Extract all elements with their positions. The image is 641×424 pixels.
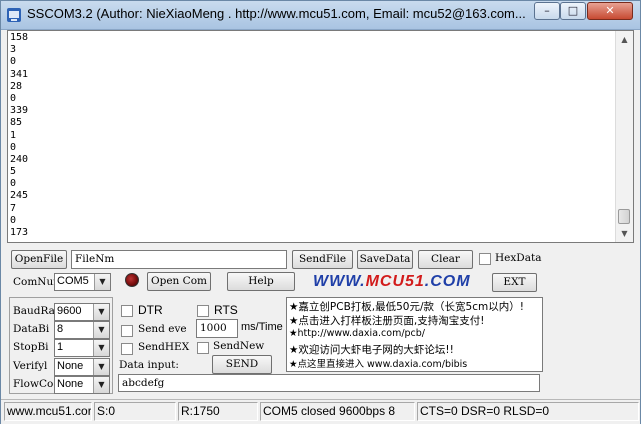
dtr-label: DTR bbox=[138, 303, 163, 317]
app-icon bbox=[7, 8, 21, 22]
file-name-input[interactable]: FileNm bbox=[71, 250, 287, 269]
open-com-button[interactable]: Open Com bbox=[147, 272, 211, 291]
status-modem-lines: CTS=0 DSR=0 RLSD=0 bbox=[417, 402, 639, 421]
verify-select[interactable]: None ▼ bbox=[54, 358, 110, 376]
clear-button[interactable]: Clear bbox=[418, 250, 473, 269]
receive-text: 158 3 0 341 28 0 339 85 1 0 240 5 0 245 7 0 173 bbox=[10, 32, 610, 239]
ad-line[interactable]: ★点击进入打样板注册页面,支持淘宝支付! bbox=[289, 313, 484, 328]
data-bits-label: DataBi bbox=[13, 323, 50, 335]
rts-checkbox[interactable] bbox=[197, 305, 209, 317]
mcu51-logo: WWW.MCU51.COM bbox=[313, 273, 471, 291]
maximize-button[interactable]: □ bbox=[560, 2, 586, 20]
send-file-button[interactable]: SendFile bbox=[292, 250, 353, 269]
receive-line: 0 bbox=[10, 141, 17, 153]
window-title: SSCOM3.2 (Author: NieXiaoMeng . http://w… bbox=[27, 6, 526, 21]
data-input-label: Data input: bbox=[119, 359, 179, 371]
status-port-state: COM5 closed 9600bps 8 bbox=[260, 402, 415, 421]
verify-label: Verifyl bbox=[13, 360, 48, 372]
baud-rate-select[interactable]: 9600 ▼ bbox=[54, 303, 110, 321]
interval-unit-label: ms/Time bbox=[241, 321, 283, 333]
send-every-label: Send eve bbox=[138, 323, 187, 335]
minimize-button[interactable]: – bbox=[534, 2, 560, 20]
rts-label: RTS bbox=[214, 303, 238, 317]
send-interval-input[interactable]: 1000 bbox=[196, 319, 238, 338]
scrollbar-thumb[interactable] bbox=[618, 209, 630, 224]
chevron-down-icon[interactable]: ▼ bbox=[93, 359, 109, 375]
receive-line: 0 bbox=[10, 92, 17, 104]
baud-rate-value: 9600 bbox=[57, 305, 82, 317]
ad-line[interactable]: ★http://www.daxia.com/pcb/ bbox=[289, 328, 425, 339]
title-bar[interactable]: SSCOM3.2 (Author: NieXiaoMeng . http://w… bbox=[1, 1, 640, 30]
flow-control-label: FlowCo bbox=[13, 378, 54, 390]
dtr-checkbox[interactable] bbox=[121, 305, 133, 317]
status-received-count: R:1750 bbox=[178, 402, 258, 421]
receive-line: 158 bbox=[10, 32, 29, 43]
open-file-button[interactable]: OpenFile bbox=[11, 250, 67, 269]
status-bar: www.mcu51.cor S:0 R:1750 COM5 closed 960… bbox=[1, 399, 640, 424]
chevron-down-icon[interactable]: ▼ bbox=[94, 274, 110, 290]
receive-line: 0 bbox=[10, 56, 17, 68]
logo-com: .COM bbox=[424, 273, 471, 290]
receive-line: 240 bbox=[10, 153, 29, 165]
vertical-scrollbar[interactable]: ▲ ▼ bbox=[615, 31, 633, 242]
exit-button[interactable]: EXT bbox=[492, 273, 537, 292]
logo-www: WWW. bbox=[313, 273, 366, 290]
baud-rate-label: BaudRa bbox=[13, 305, 55, 317]
flow-control-select[interactable]: None ▼ bbox=[54, 376, 110, 394]
chevron-down-icon[interactable]: ▼ bbox=[93, 340, 109, 356]
port-status-led-icon bbox=[125, 273, 139, 287]
receive-line: 85 bbox=[10, 117, 23, 129]
send-hex-label: SendHEX bbox=[138, 341, 190, 353]
ad-line[interactable]: ★欢迎访问大虾电子网的大虾论坛!! bbox=[289, 342, 454, 357]
verify-value: None bbox=[57, 360, 84, 372]
data-bits-select[interactable]: 8 ▼ bbox=[54, 321, 110, 339]
receive-line: 1 bbox=[10, 129, 17, 141]
receive-textarea[interactable]: 158 3 0 341 28 0 339 85 1 0 240 5 0 245 7 0 173 ▲ ▼ bbox=[7, 30, 634, 243]
advertisement-panel[interactable]: ★嘉立创PCB打板,最低50元/款（长宽5cm以内）! ★点击进入打样板注册页面… bbox=[286, 297, 543, 372]
send-new-checkbox[interactable] bbox=[197, 342, 209, 354]
ad-line[interactable]: ★嘉立创PCB打板,最低50元/款（长宽5cm以内）! bbox=[289, 299, 524, 314]
receive-line: 28 bbox=[10, 80, 23, 92]
scroll-up-arrow-icon[interactable]: ▲ bbox=[616, 31, 633, 48]
com-port-value: COM5 bbox=[57, 275, 89, 287]
stop-bits-select[interactable]: 1 ▼ bbox=[54, 339, 110, 357]
close-button[interactable]: ✕ bbox=[587, 2, 633, 20]
stop-bits-label: StopBi bbox=[13, 341, 49, 353]
send-every-checkbox[interactable] bbox=[121, 325, 133, 337]
chevron-down-icon[interactable]: ▼ bbox=[93, 377, 109, 393]
receive-line: 341 bbox=[10, 68, 29, 80]
sscom-window: SSCOM3.2 (Author: NieXiaoMeng . http://w… bbox=[0, 0, 641, 424]
send-new-label: SendNew bbox=[213, 340, 265, 352]
receive-line: 0 bbox=[10, 178, 17, 190]
send-button[interactable]: SEND bbox=[212, 355, 272, 374]
help-button[interactable]: Help bbox=[227, 272, 295, 291]
chevron-down-icon[interactable]: ▼ bbox=[93, 304, 109, 320]
stop-bits-value: 1 bbox=[57, 341, 64, 353]
flow-control-value: None bbox=[57, 378, 84, 390]
hex-data-label: HexData bbox=[495, 252, 542, 264]
receive-line: 5 bbox=[10, 166, 17, 178]
ad-line[interactable]: ★点这里直接进入 www.daxia.com/bibis bbox=[289, 356, 467, 370]
receive-line: 7 bbox=[10, 202, 17, 214]
receive-line: 0 bbox=[10, 214, 17, 226]
receive-line: 173 bbox=[10, 227, 29, 238]
send-hex-checkbox[interactable] bbox=[121, 343, 133, 355]
logo-mcu51: MCU51 bbox=[365, 273, 425, 290]
hex-data-checkbox[interactable] bbox=[479, 253, 491, 265]
status-site: www.mcu51.cor bbox=[4, 402, 92, 421]
com-port-select[interactable]: COM5 ▼ bbox=[54, 273, 111, 291]
receive-line: 339 bbox=[10, 105, 29, 117]
data-bits-value: 8 bbox=[57, 323, 64, 335]
scroll-down-arrow-icon[interactable]: ▼ bbox=[616, 225, 633, 242]
receive-line: 3 bbox=[10, 44, 17, 56]
data-input-field[interactable]: abcdefg bbox=[118, 374, 540, 392]
save-data-button[interactable]: SaveData bbox=[357, 250, 413, 269]
chevron-down-icon[interactable]: ▼ bbox=[93, 322, 109, 338]
receive-line: 245 bbox=[10, 190, 29, 202]
status-sent-count: S:0 bbox=[94, 402, 176, 421]
